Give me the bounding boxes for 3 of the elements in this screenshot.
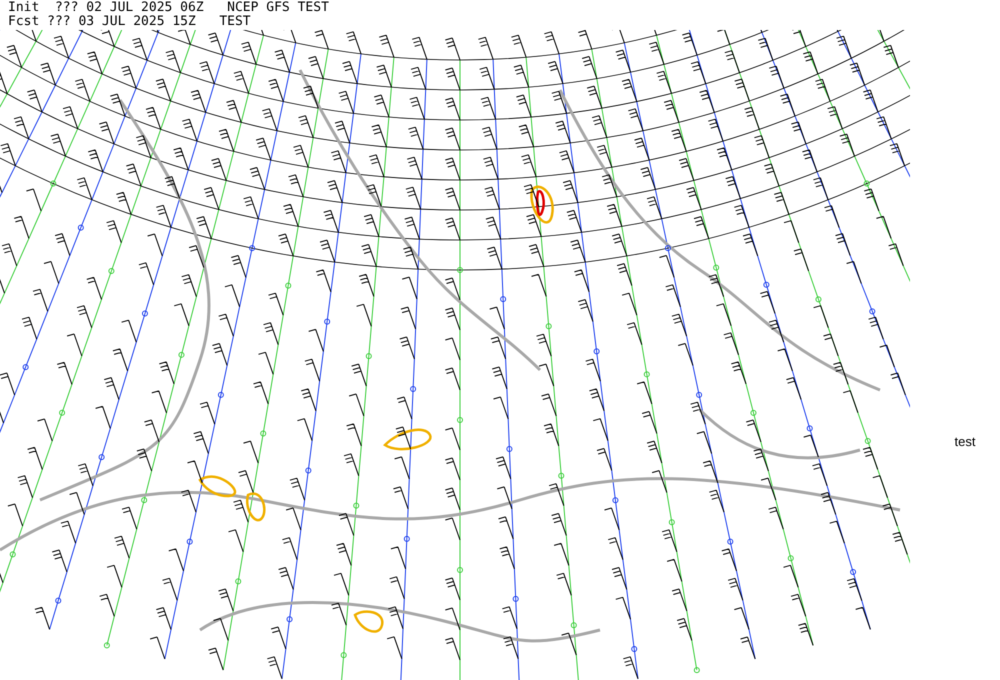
side-label: test [954, 434, 976, 449]
init-time-text: Init ??? 02 JUL 2025 06Z NCEP GFS TEST [8, 1, 329, 15]
forecast-time-text: Fcst ??? 03 JUL 2025 15Z TEST [8, 15, 251, 29]
